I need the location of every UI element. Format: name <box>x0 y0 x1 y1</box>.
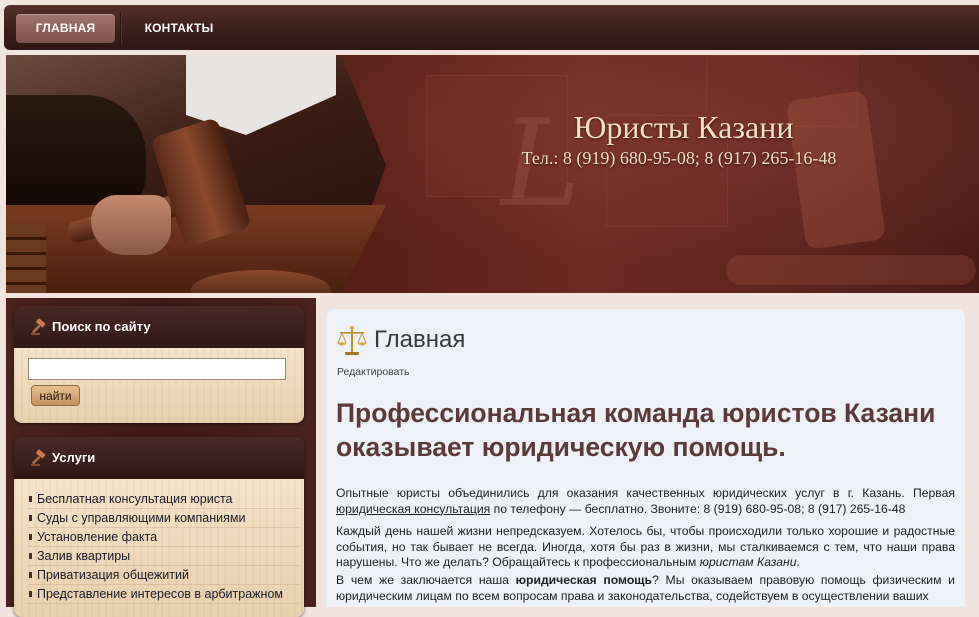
edit-link[interactable]: Редактировать <box>337 366 410 378</box>
service-link[interactable]: Суды с управляющими компаниями <box>28 509 299 528</box>
main-content: Главная Редактировать Профессиональная к… <box>326 309 965 607</box>
site-title: Юристы Казани <box>573 109 794 145</box>
consultation-link[interactable]: юридическая консультация <box>336 502 490 516</box>
service-link[interactable]: Бесплатная консультация юриста <box>28 490 299 509</box>
services-widget-title: Услуги <box>52 450 96 465</box>
nav-divider <box>120 14 122 43</box>
nav-contacts-link[interactable]: КОНТАКТЫ <box>129 14 229 43</box>
scales-of-justice-icon <box>337 326 367 355</box>
strong-text: юридическая помощь <box>515 573 653 587</box>
gavel-icon <box>31 449 46 466</box>
service-link[interactable]: Приватизация общежитий <box>28 566 299 585</box>
search-widget: Поиск по сайту найти <box>14 306 304 423</box>
gavel-icon <box>31 318 46 335</box>
paragraph-text: Опытные юристы объединились для оказания… <box>336 486 955 500</box>
paragraph-text: по телефону — бесплатно. Звоните: 8 (919… <box>490 501 906 516</box>
paragraph-text: Каждый день нашей жизни непредсказуем. Х… <box>336 524 955 569</box>
search-widget-body: найти <box>14 348 304 423</box>
sidebar: Поиск по сайту найти Услуги Бесплатная к… <box>6 298 316 617</box>
services-widget-body: Бесплатная консультация юриста Суды с уп… <box>14 479 304 617</box>
search-button[interactable]: найти <box>31 385 80 406</box>
services-widget-header: Услуги <box>14 437 304 479</box>
intro-paragraph: Опытные юристы объединились для оказания… <box>336 486 955 517</box>
paragraph-text: В чем же заключается наша <box>336 573 516 587</box>
emphasis-text: юристам Казани <box>699 555 797 569</box>
third-paragraph: В чем же заключается наша юридическая по… <box>336 573 955 604</box>
paragraph-text: . <box>796 555 800 569</box>
search-widget-header: Поиск по сайту <box>14 306 304 348</box>
second-paragraph: Каждый день нашей жизни непредсказуем. Х… <box>336 524 955 571</box>
search-widget-title: Поиск по сайту <box>52 319 151 334</box>
hand-image <box>91 195 171 255</box>
main-heading: Профессиональная команда юристов Казани … <box>336 398 936 462</box>
search-input[interactable] <box>28 358 286 380</box>
services-list: Бесплатная консультация юриста Суды с уп… <box>14 490 304 604</box>
service-link[interactable]: Представление интересов в арбитражном <box>28 585 299 604</box>
top-navigation: ГЛАВНАЯ КОНТАКТЫ <box>4 5 979 50</box>
services-widget: Услуги Бесплатная консультация юриста Су… <box>14 437 304 617</box>
site-phone: Тел.: 8 (919) 680-95-08; 8 (917) 265-16-… <box>521 148 837 168</box>
service-link[interactable]: Установление факта <box>28 528 299 547</box>
service-link[interactable]: Залив квартиры <box>28 547 299 566</box>
header-banner: L Юристы Казани Тел.: 8 (919) 680-95-08;… <box>6 55 979 293</box>
nav-home-button[interactable]: ГЛАВНАЯ <box>16 14 115 43</box>
books-image <box>6 225 46 293</box>
page-title: Главная <box>374 326 466 353</box>
